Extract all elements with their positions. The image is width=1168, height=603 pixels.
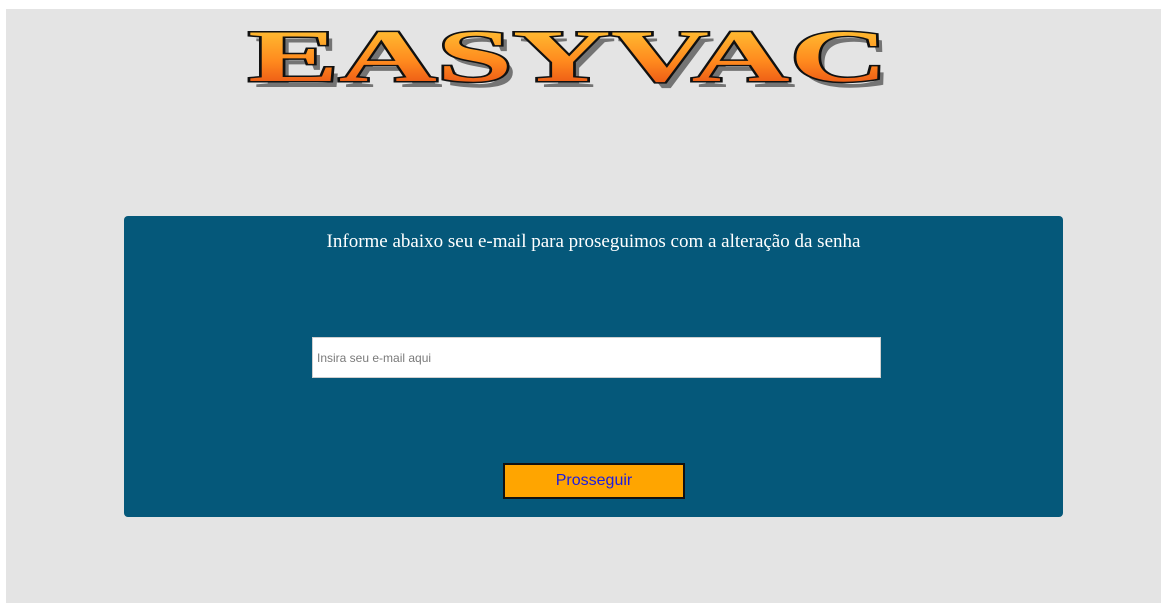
easyvac-logo: EASYVAC EASYVAC	[240, 15, 896, 91]
password-reset-panel: Informe abaixo seu e-mail para proseguim…	[124, 216, 1063, 517]
page-background: EASYVAC EASYVAC Informe abaixo seu e-mai…	[6, 9, 1161, 603]
email-input[interactable]	[312, 337, 881, 378]
instruction-text: Informe abaixo seu e-mail para proseguim…	[326, 231, 861, 252]
logo-graphic: EASYVAC EASYVAC	[247, 15, 895, 91]
proceed-button[interactable]: Prosseguir	[503, 463, 685, 499]
logo-text: EASYVAC	[248, 16, 888, 91]
